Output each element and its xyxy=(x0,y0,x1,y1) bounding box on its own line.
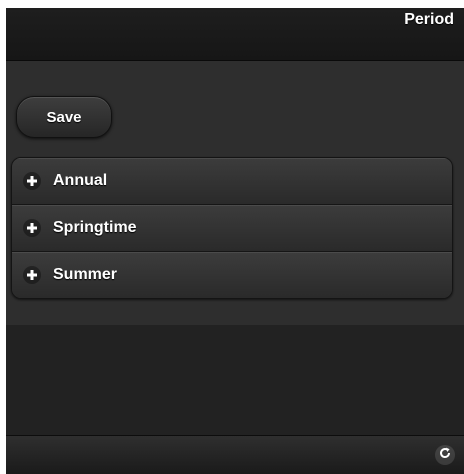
main-content: Save Annual Springtime Summer xyxy=(6,61,464,325)
list-item-annual[interactable]: Annual xyxy=(12,158,452,205)
page-title: Period xyxy=(404,11,454,28)
plus-icon xyxy=(23,266,41,284)
list-item-summer[interactable]: Summer xyxy=(12,252,452,298)
refresh-button[interactable] xyxy=(435,445,455,465)
footer-bar xyxy=(6,435,464,474)
plus-icon xyxy=(23,172,41,190)
refresh-icon xyxy=(438,446,452,465)
list-item-label: Annual xyxy=(53,172,108,189)
plus-icon xyxy=(23,219,41,237)
list-item-label: Springtime xyxy=(53,219,137,236)
save-button[interactable]: Save xyxy=(16,96,112,138)
list-item-label: Summer xyxy=(53,266,118,283)
header-bar: Period xyxy=(6,8,464,61)
list-item-springtime[interactable]: Springtime xyxy=(12,205,452,252)
empty-area xyxy=(6,325,464,435)
app-window: Period Save Annual Springtime Summer xyxy=(6,8,464,474)
period-list: Annual Springtime Summer xyxy=(11,157,453,299)
